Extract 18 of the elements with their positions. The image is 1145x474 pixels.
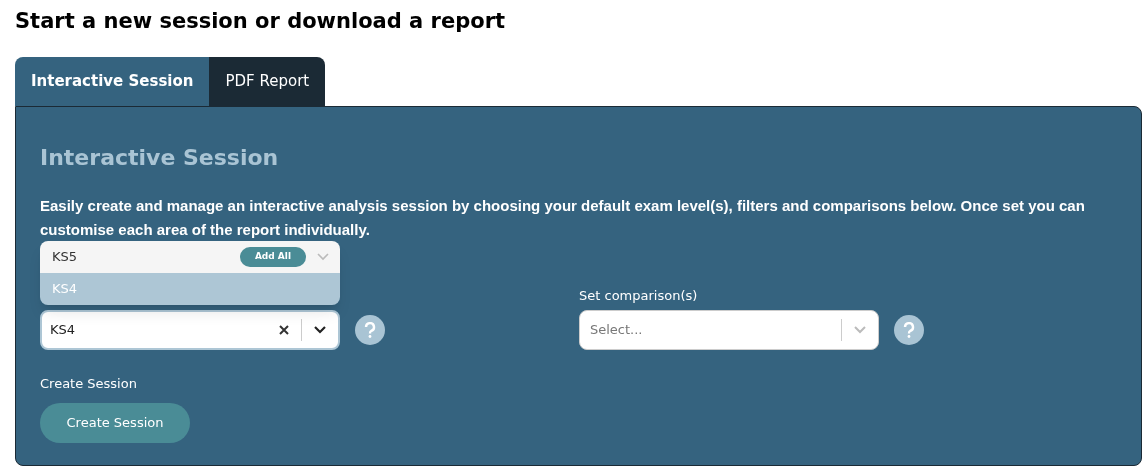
add-all-button[interactable]: Add All (239, 247, 306, 267)
page-title: Start a new session or download a report (15, 8, 507, 35)
help-icon[interactable] (894, 315, 924, 345)
tab[interactable]: PDF Report (209, 57, 326, 106)
tab[interactable]: Interactive Session (15, 57, 210, 106)
exam-level-select[interactable]: KS4 (40, 310, 340, 350)
help-icon[interactable] (355, 315, 385, 345)
description: Easily create and manage an interactive analysis session by choosing your default exam level(s), filters and comparisons below. Once set you can customise each area of the report individually. (40, 196, 1086, 240)
comparison-label: Set comparison(s) (579, 287, 699, 305)
chevron-down-icon (854, 326, 866, 334)
dropdown-option[interactable]: KS5 Add All (40, 241, 340, 273)
create-session-label: Create Session (40, 375, 138, 393)
panel-heading: Interactive Session (40, 144, 280, 172)
clear-icon[interactable] (279, 325, 289, 335)
create-session-button[interactable]: Create Session (40, 402, 190, 443)
placeholder: Select... (590, 321, 644, 340)
comparison-select[interactable]: Select... (579, 310, 879, 350)
chevron-down-icon[interactable] (314, 326, 326, 334)
